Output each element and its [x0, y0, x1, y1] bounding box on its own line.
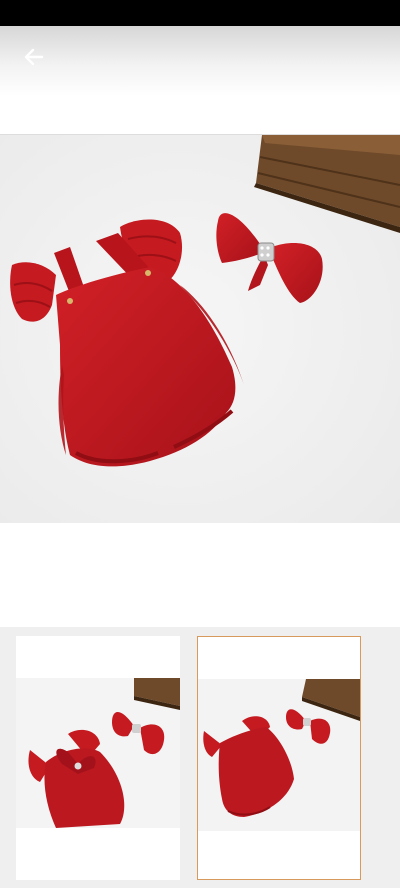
arrow-left-icon [24, 48, 44, 66]
status-bar [0, 0, 400, 26]
thumbnail-1-image [16, 678, 180, 828]
main-product-image[interactable] [0, 135, 400, 523]
thumbnail-1[interactable] [16, 636, 180, 880]
thumbnail-2-selected[interactable] [197, 636, 361, 880]
thumbnail-2-image [198, 679, 360, 831]
back-button[interactable] [14, 40, 54, 74]
top-app-bar [0, 26, 400, 135]
image-gap [0, 523, 400, 627]
